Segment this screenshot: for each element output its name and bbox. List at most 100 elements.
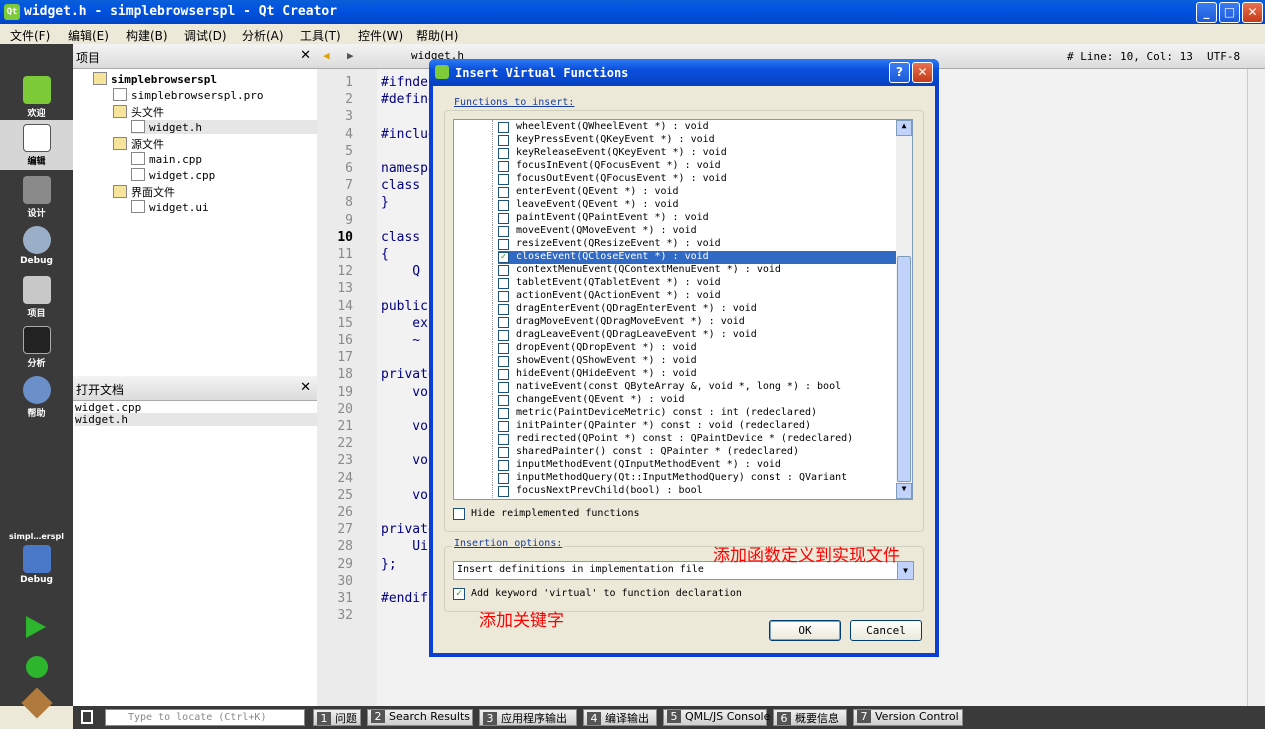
output-tab[interactable]: 4 编译输出 [583,709,657,726]
function-item[interactable]: resizeEvent(QResizeEvent *) : void [492,237,721,251]
menu-widgets[interactable]: 控件(W) [358,27,403,44]
function-item[interactable]: hideEvent(QHideEvent *) : void [492,367,697,381]
tree-item[interactable]: widget.h [131,120,317,134]
checkbox-box[interactable] [498,473,509,484]
function-item[interactable]: keyPressEvent(QKeyEvent *) : void [492,133,715,147]
function-item[interactable]: inputMethodEvent(QInputMethodEvent *) : … [492,458,781,472]
editor-scrollbar[interactable] [1247,69,1265,706]
list-scrollbar[interactable]: ▲ ▼ [896,120,912,499]
open-doc-item[interactable]: widget.h [75,413,317,426]
checkbox-box[interactable] [498,330,509,341]
ok-button[interactable]: OK [769,620,841,641]
tree-item[interactable]: simplebrowserspl.pro [113,88,263,102]
tree-item[interactable]: simplebrowserspl [93,72,217,86]
function-item[interactable]: showEvent(QShowEvent *) : void [492,354,697,368]
checkbox-box[interactable] [498,395,509,406]
output-tab[interactable]: 5 QML/JS Console [663,709,770,726]
function-item[interactable]: nativeEvent(const QByteArray &, void *, … [492,380,841,394]
run-icon[interactable] [26,616,46,638]
function-item[interactable]: leaveEvent(QEvent *) : void [492,198,679,212]
output-tab[interactable]: 6 概要信息 [773,709,847,726]
function-item[interactable]: moveEvent(QMoveEvent *) : void [492,224,697,238]
function-item[interactable]: dragLeaveEvent(QDragLeaveEvent *) : void [492,328,757,342]
function-item[interactable]: focusInEvent(QFocusEvent *) : void [492,159,721,173]
build-icon[interactable] [21,687,53,719]
help-button[interactable]: ? [889,62,910,83]
checkbox-box[interactable] [498,278,509,289]
tree-item[interactable]: widget.cpp [131,168,215,182]
menu-tools[interactable]: 工具(T) [300,27,341,44]
function-item[interactable]: dragMoveEvent(QDragMoveEvent *) : void [492,315,745,329]
mode-projects[interactable]: 项目 [0,272,73,322]
tree-item[interactable]: main.cpp [131,152,202,166]
tree-item[interactable]: widget.ui [131,200,209,214]
function-item[interactable]: keyReleaseEvent(QKeyEvent *) : void [492,146,727,160]
menu-file[interactable]: 文件(F) [10,27,50,44]
checkbox-box[interactable] [498,434,509,445]
output-tab[interactable]: 3 应用程序输出 [479,709,577,726]
close-pane-icon[interactable]: ✕ [300,48,311,63]
cancel-button[interactable]: Cancel [850,620,922,641]
checkbox-box[interactable] [498,174,509,185]
tree-item[interactable]: 头文件 [113,104,164,120]
function-item[interactable]: focusOutEvent(QFocusEvent *) : void [492,172,727,186]
menu-debug[interactable]: 调试(D) [184,27,227,44]
close-button[interactable]: ✕ [1242,2,1263,23]
function-item[interactable]: enterEvent(QEvent *) : void [492,185,679,199]
scroll-thumb[interactable] [897,256,911,482]
function-item[interactable]: wheelEvent(QWheelEvent *) : void [492,120,709,134]
back-icon[interactable]: ◀ [323,49,330,62]
check-icon[interactable]: ✓ [498,252,509,263]
function-item[interactable]: dragEnterEvent(QDragEnterEvent *) : void [492,302,757,316]
function-item[interactable]: sharedPainter() const : QPainter * (rede… [492,445,799,459]
minimize-button[interactable]: _ [1196,2,1217,23]
output-tab[interactable]: 7 Version Control [853,709,963,726]
checkbox-box[interactable] [498,486,509,497]
function-item[interactable]: actionEvent(QActionEvent *) : void [492,289,721,303]
checkbox-box[interactable] [498,317,509,328]
checkbox-box[interactable] [498,356,509,367]
checkbox-box[interactable] [498,408,509,419]
toggle-sidebar-icon[interactable] [81,710,93,724]
checkbox-box[interactable] [498,304,509,315]
mode-welcome[interactable]: 欢迎 [0,72,73,122]
checkbox-box[interactable] [498,421,509,432]
output-tab[interactable]: 1 问题 [313,709,361,726]
output-tab[interactable]: 2 Search Results [367,709,473,726]
function-item[interactable]: paintEvent(QPaintEvent *) : void [492,211,709,225]
dialog-close-button[interactable]: ✕ [912,62,933,83]
function-item[interactable]: metric(PaintDeviceMetric) const : int (r… [492,406,817,420]
locator-input[interactable]: Type to locate (Ctrl+K) [105,709,305,726]
checkbox-box[interactable] [498,122,509,133]
function-item[interactable]: inputMethodQuery(Qt::InputMethodQuery) c… [492,471,847,485]
checkbox-box[interactable] [498,226,509,237]
scroll-up-icon[interactable]: ▲ [896,120,912,136]
checkbox-box[interactable] [498,460,509,471]
close-pane-icon[interactable]: ✕ [300,380,311,395]
menu-analyze[interactable]: 分析(A) [242,27,284,44]
checkbox-box[interactable] [498,239,509,250]
checkbox-box[interactable] [498,200,509,211]
function-item[interactable]: changeEvent(QEvent *) : void [492,393,685,407]
target-selector[interactable]: simpl…erspl Debug [0,529,73,589]
tree-item[interactable]: 源文件 [113,136,164,152]
mode-debug[interactable]: Debug [0,222,73,272]
menu-edit[interactable]: 编辑(E) [68,27,109,44]
function-item[interactable]: tabletEvent(QTabletEvent *) : void [492,276,721,290]
scroll-down-icon[interactable]: ▼ [896,483,912,499]
function-item[interactable]: initPainter(QPainter *) const : void (re… [492,419,811,433]
checkbox-box[interactable] [498,135,509,146]
checkbox-box[interactable] [498,265,509,276]
function-item[interactable]: dropEvent(QDropEvent *) : void [492,341,697,355]
checkbox-box[interactable] [498,369,509,380]
hide-reimplemented-checkbox[interactable]: Hide reimplemented functions [453,507,753,521]
checkbox-box[interactable] [498,343,509,354]
function-item[interactable]: ✓ closeEvent(QCloseEvent *) : void [492,250,896,264]
checkbox-box[interactable] [498,291,509,302]
checkbox-box[interactable] [498,382,509,393]
mode-edit[interactable]: 编辑 [0,120,73,170]
function-item[interactable]: redirected(QPoint *) const : QPaintDevic… [492,432,853,446]
function-item[interactable]: contextMenuEvent(QContextMenuEvent *) : … [492,263,781,277]
maximize-button[interactable]: □ [1219,2,1240,23]
mode-help[interactable]: 帮助 [0,372,73,422]
